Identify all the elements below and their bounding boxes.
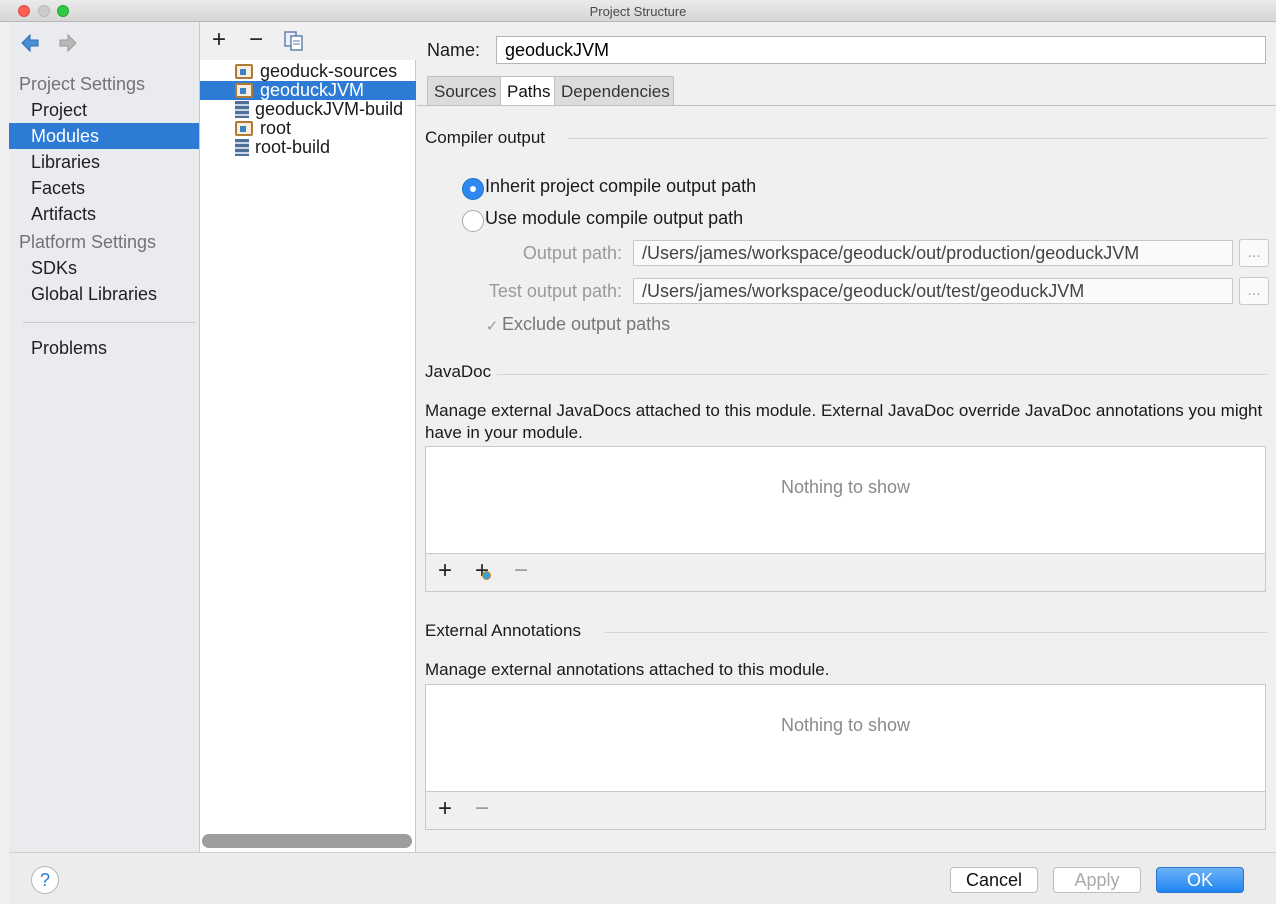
window-titlebar: Project Structure (0, 0, 1276, 22)
tree-item-label: geoduckJVM (260, 80, 365, 100)
sidebar-item-problems[interactable]: Problems (9, 335, 199, 361)
module-folder-icon (235, 121, 253, 136)
sidebar-item-libraries[interactable]: Libraries (9, 149, 199, 175)
section-divider (567, 138, 1267, 139)
module-settings-pane: Name: Sources Paths Dependencies Compile… (417, 22, 1276, 852)
remove-annotation-button[interactable]: − (471, 797, 493, 822)
tab-dependencies[interactable]: Dependencies (554, 76, 674, 106)
javadoc-list[interactable]: Nothing to show (425, 446, 1266, 554)
library-icon (235, 101, 249, 118)
exclude-output-label: Exclude output paths (502, 314, 671, 334)
annotations-list[interactable]: Nothing to show (425, 684, 1266, 792)
empty-list-text: Nothing to show (780, 477, 911, 497)
tree-item-geoduckjvm-build[interactable]: geoduckJVM-build (200, 100, 416, 119)
module-folder-icon (235, 64, 253, 79)
annotations-description: Manage external annotations attached to … (425, 660, 830, 679)
module-folder-icon (235, 83, 253, 98)
section-divider (605, 632, 1267, 633)
platform-settings-header: Platform Settings (19, 232, 157, 252)
compiler-output-title: Compiler output (425, 128, 546, 147)
horizontal-scrollbar[interactable] (202, 834, 412, 848)
module-output-radio[interactable] (462, 210, 484, 232)
sidebar-item-facets[interactable]: Facets (9, 175, 199, 201)
sidebar-item-project[interactable]: Project (9, 97, 199, 123)
dialog-button-bar: ? Cancel Apply OK (9, 852, 1276, 904)
name-label: Name: (427, 40, 481, 60)
module-tree-toolbar: + − (200, 22, 416, 60)
globe-icon (482, 571, 491, 580)
sidebar-item-modules[interactable]: Modules (9, 123, 199, 149)
javadoc-list-toolbar: + + − (425, 554, 1266, 592)
sidebar-item-global-libraries[interactable]: Global Libraries (9, 281, 199, 307)
remove-module-button[interactable]: − (245, 28, 267, 52)
test-output-path-browse-button[interactable]: ... (1239, 277, 1269, 305)
module-name-input[interactable] (496, 36, 1266, 64)
add-javadoc-button[interactable]: + (434, 559, 456, 584)
copy-module-icon[interactable] (283, 30, 305, 52)
ok-button[interactable]: OK (1156, 867, 1244, 893)
tree-item-geoduck-sources[interactable]: geoduck-sources (200, 62, 416, 81)
output-path-browse-button[interactable]: ... (1239, 239, 1269, 267)
output-path-label: Output path: (522, 243, 622, 263)
tab-paths[interactable]: Paths (500, 76, 555, 106)
tree-item-geoduckjvm[interactable]: geoduckJVM (200, 81, 416, 100)
javadoc-description: Manage external JavaDocs attached to thi… (425, 401, 1263, 442)
add-javadoc-url-button[interactable]: + (471, 559, 493, 584)
sidebar-item-sdks[interactable]: SDKs (9, 255, 199, 281)
section-divider (497, 374, 1267, 375)
tab-sources[interactable]: Sources (427, 76, 501, 106)
settings-sidebar: Project Settings Project Modules Librari… (9, 22, 200, 852)
tree-item-root-build[interactable]: root-build (200, 138, 416, 157)
help-button[interactable]: ? (31, 866, 59, 894)
add-module-button[interactable]: + (208, 28, 230, 52)
sidebar-divider (23, 322, 195, 323)
cancel-button[interactable]: Cancel (950, 867, 1038, 893)
module-output-label: Use module compile output path (485, 208, 744, 228)
test-output-path-label: Test output path: (488, 281, 622, 301)
tab-divider (417, 105, 1276, 106)
window-title: Project Structure (589, 4, 687, 19)
library-icon (235, 139, 249, 156)
annotations-list-toolbar: + − (425, 792, 1266, 830)
tree-item-label: root-build (255, 137, 331, 157)
apply-button[interactable]: Apply (1053, 867, 1141, 893)
sidebar-item-artifacts[interactable]: Artifacts (9, 201, 199, 227)
tree-item-label: geoduckJVM-build (255, 99, 404, 119)
inherit-output-radio[interactable] (462, 178, 484, 200)
tree-item-label: root (260, 118, 292, 138)
tree-item-label: geoduck-sources (260, 61, 398, 81)
exclude-output-checkbox[interactable]: ✓ (484, 319, 500, 335)
module-tree-pane: + − geoduck-sources geoduckJVM geoduckJV… (200, 22, 416, 852)
tree-item-root[interactable]: root (200, 119, 416, 138)
add-annotation-button[interactable]: + (434, 797, 456, 822)
project-settings-header: Project Settings (19, 74, 146, 94)
output-path-field[interactable]: /Users/james/workspace/geoduck/out/produ… (633, 240, 1233, 266)
test-output-path-field[interactable]: /Users/james/workspace/geoduck/out/test/… (633, 278, 1233, 304)
forward-arrow-icon[interactable] (57, 32, 79, 54)
empty-list-text: Nothing to show (780, 715, 911, 735)
inherit-output-label: Inherit project compile output path (485, 176, 757, 196)
back-arrow-icon[interactable] (19, 32, 41, 54)
javadoc-title: JavaDoc (425, 362, 492, 381)
remove-javadoc-button[interactable]: − (510, 559, 532, 584)
external-annotations-title: External Annotations (425, 621, 581, 640)
